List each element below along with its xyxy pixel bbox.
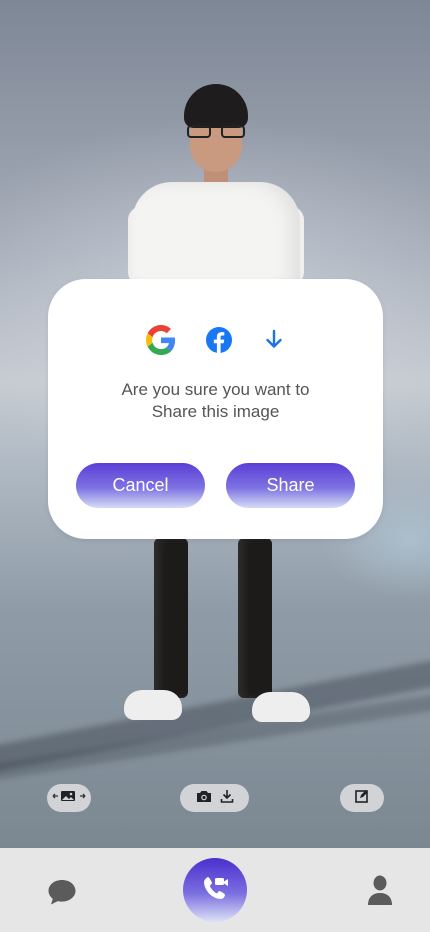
avatar-shoe-right: [252, 692, 310, 722]
share-options: [48, 325, 383, 355]
confirm-message: Are you sure you want to Share this imag…: [48, 379, 383, 423]
video-call-button[interactable]: [183, 858, 247, 922]
confirm-message-line-1: Are you sure you want to: [121, 380, 310, 399]
capture-toolbar: [180, 784, 249, 812]
avatar-shoe-left: [124, 690, 182, 720]
edit-icon: [355, 789, 369, 808]
avatar-hair: [184, 84, 248, 128]
download-icon[interactable]: [220, 789, 234, 808]
background-image-swap-icon: [51, 789, 87, 808]
camera-icon[interactable]: [196, 789, 212, 808]
avatar-leg-left: [154, 538, 188, 698]
google-icon[interactable]: [146, 325, 176, 355]
video-call-icon: [200, 873, 230, 908]
share-button[interactable]: Share: [226, 463, 355, 508]
background-swap-button[interactable]: [47, 784, 91, 812]
chat-icon[interactable]: [47, 878, 77, 906]
share-confirm-dialog: Are you sure you want to Share this imag…: [48, 279, 383, 539]
profile-icon[interactable]: [367, 874, 393, 906]
avatar-shirt: [132, 182, 300, 292]
avatar-leg-right: [238, 538, 272, 698]
avatar-glasses: [187, 125, 245, 139]
facebook-icon[interactable]: [204, 325, 234, 355]
bottom-nav: [0, 848, 430, 932]
edit-button[interactable]: [340, 784, 384, 812]
download-icon[interactable]: [259, 325, 289, 355]
confirm-message-line-2: Share this image: [151, 402, 280, 421]
cancel-button[interactable]: Cancel: [76, 463, 205, 508]
